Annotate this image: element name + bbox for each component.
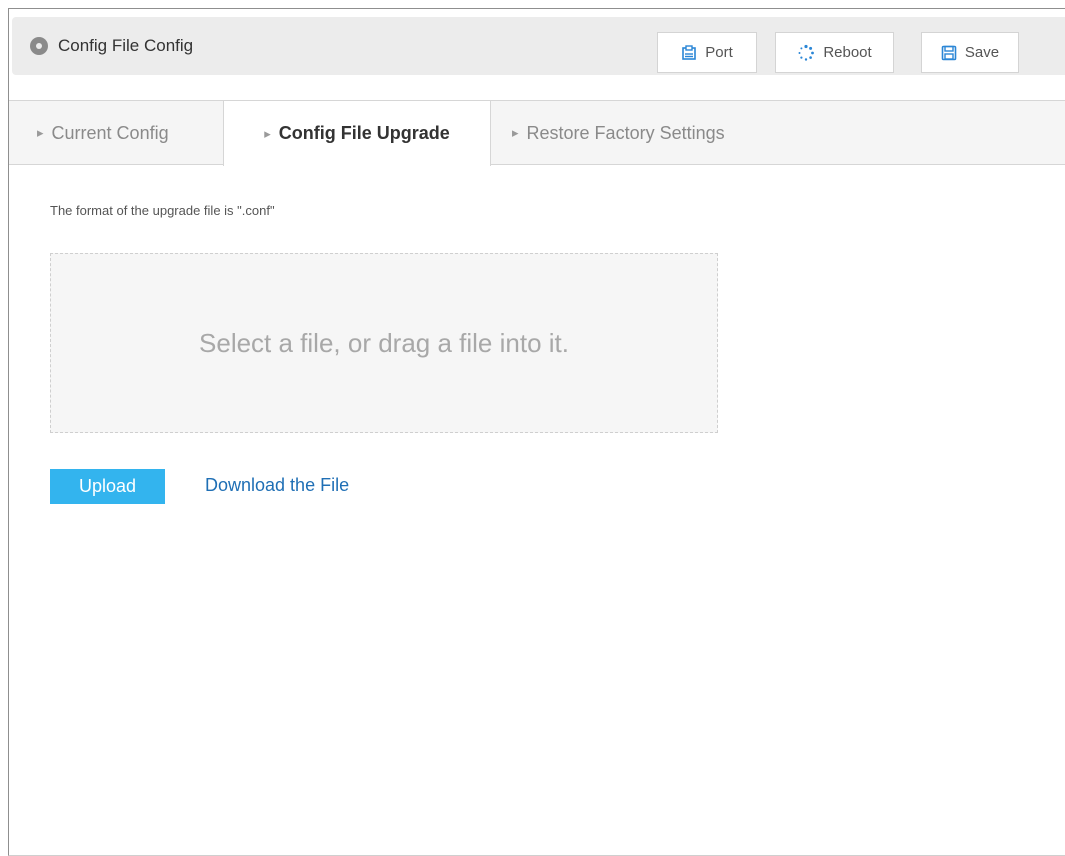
upgrade-format-hint: The format of the upgrade file is ".conf…: [50, 203, 275, 218]
reboot-button-label: Reboot: [823, 44, 872, 61]
tab-config-file-upgrade[interactable]: ▸ Config File Upgrade: [223, 101, 491, 166]
reboot-spinner-icon: [797, 44, 815, 62]
page-title-text: Config File Config: [58, 36, 194, 55]
port-icon: [681, 44, 697, 61]
tab-label: Config File Upgrade: [278, 123, 450, 143]
file-dropzone[interactable]: Select a file, or drag a file into it.: [50, 253, 718, 433]
chevron-right-icon: ▸: [264, 125, 271, 141]
save-button-label: Save: [964, 44, 1000, 61]
chevron-right-icon: ▸: [37, 125, 44, 140]
chevron-right-icon: ▸: [512, 125, 519, 140]
tab-label: Current Config: [51, 122, 169, 143]
page-title: Config File Config: [30, 17, 193, 75]
save-disk-icon: [941, 45, 957, 61]
port-button[interactable]: Port: [657, 32, 757, 73]
tab-current-config[interactable]: ▸ Current Config: [37, 101, 169, 165]
tab-label: Restore Factory Settings: [526, 122, 725, 143]
tab-bar: ▸ Current Config ▸ Config File Upgrade ▸…: [9, 100, 1065, 166]
port-button-label: Port: [705, 44, 733, 61]
reboot-button[interactable]: Reboot: [775, 32, 894, 73]
location-pin-icon: [30, 37, 48, 55]
header-bar: Config File Config Port Reboot Save: [12, 17, 1065, 75]
tab-restore-factory-settings[interactable]: ▸ Restore Factory Settings: [512, 101, 725, 165]
download-file-link[interactable]: Download the File: [205, 475, 349, 496]
save-button[interactable]: Save: [921, 32, 1019, 73]
dropzone-text: Select a file, or drag a file into it.: [199, 327, 569, 358]
upload-button[interactable]: Upload: [50, 469, 165, 504]
